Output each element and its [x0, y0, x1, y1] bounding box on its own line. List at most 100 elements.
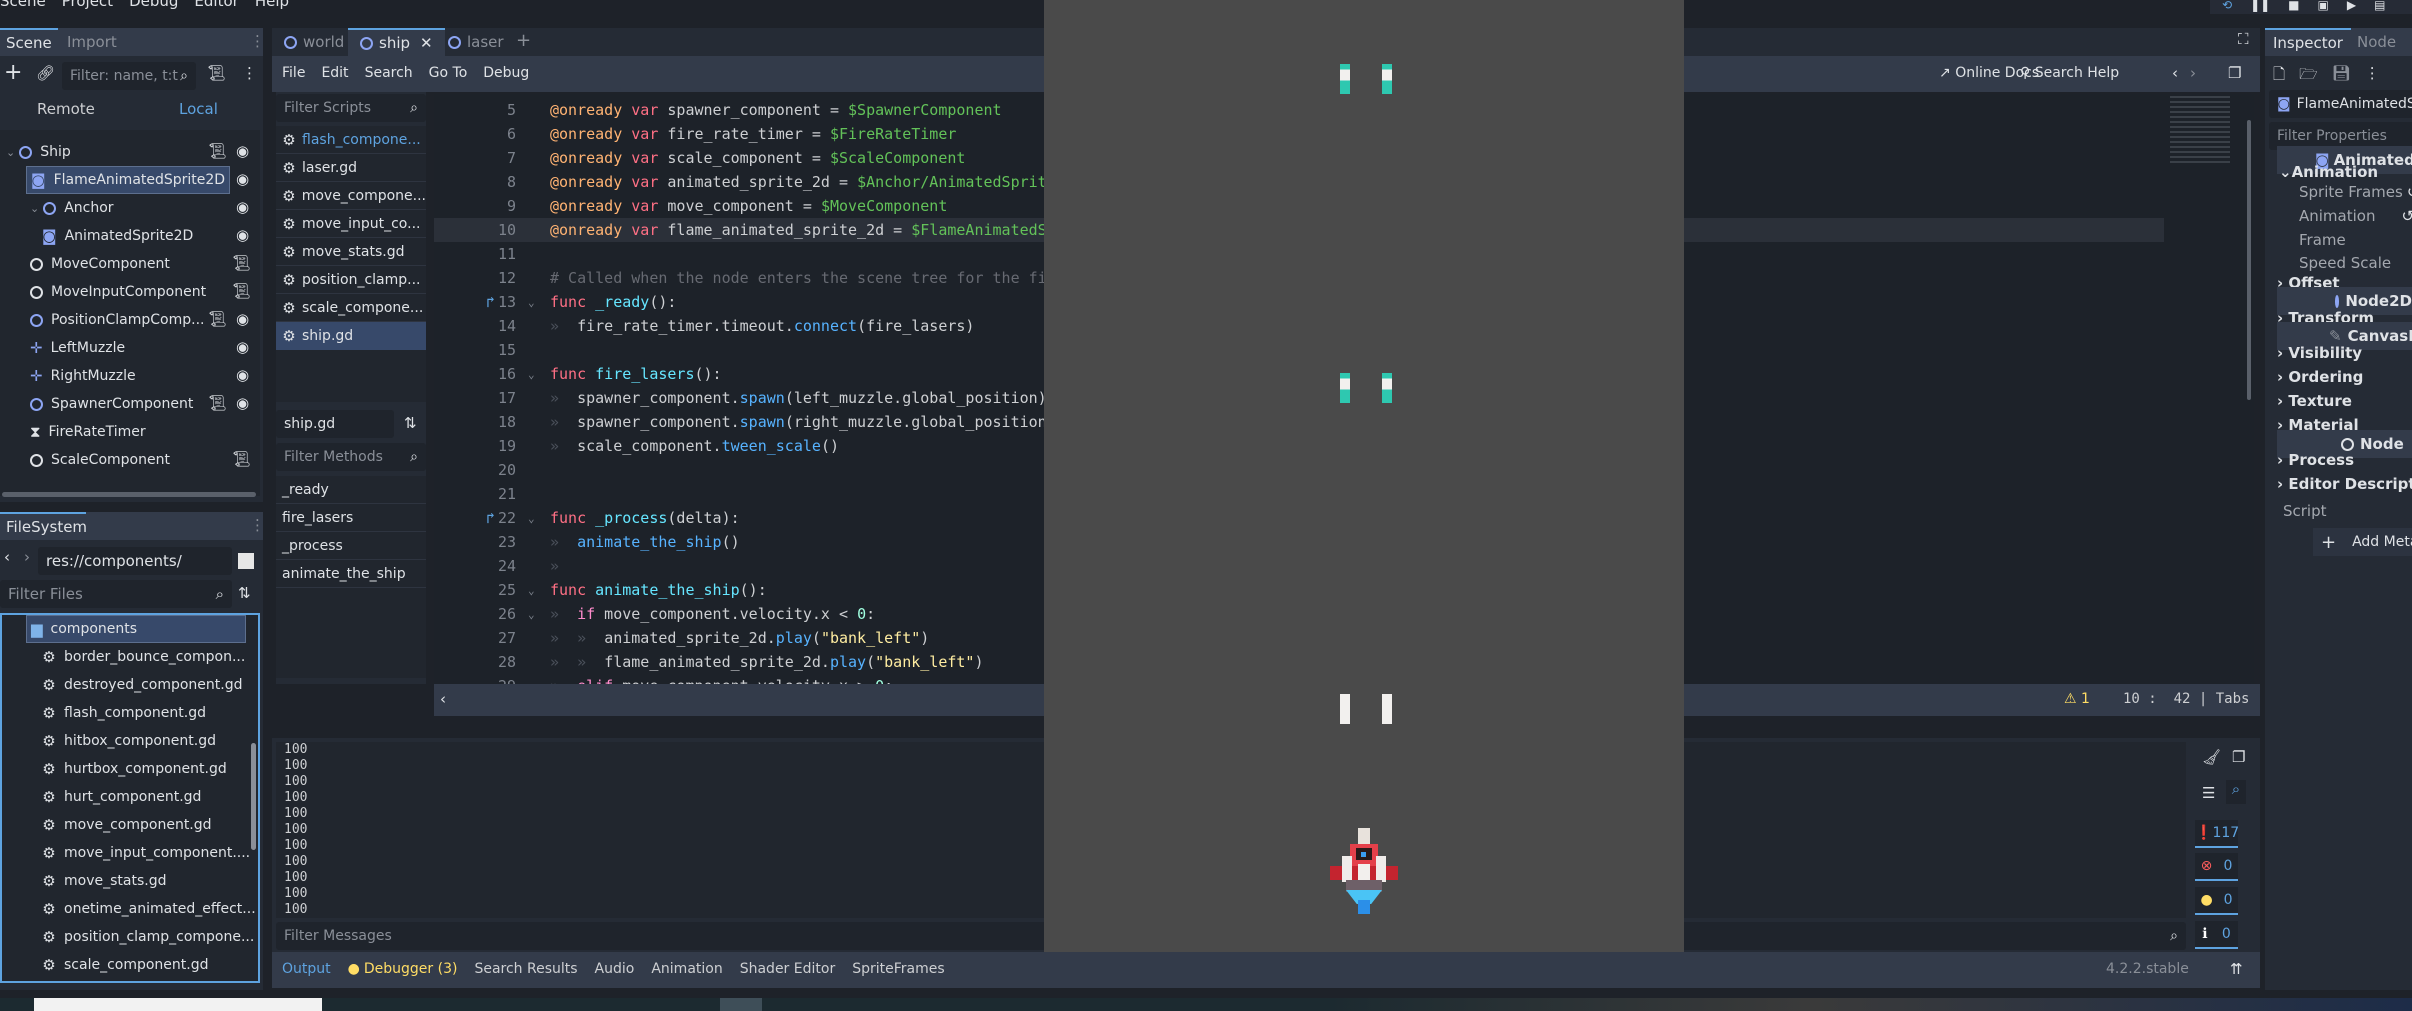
- method-item[interactable]: animate_the_ship: [276, 560, 426, 588]
- message-count-toggle[interactable]: ❗ 117: [2195, 820, 2239, 848]
- save-icon[interactable]: 💾︎: [2332, 64, 2351, 89]
- dock-menu-icon[interactable]: ⋮: [250, 516, 265, 534]
- float-window-icon[interactable]: ❐: [2228, 64, 2241, 82]
- file-item[interactable]: ⚙ hurt_component.gd: [2, 783, 258, 811]
- script-icon[interactable]: 📜︎: [232, 254, 251, 272]
- tree-node[interactable]: ◙ AnimatedSprite2D: [0, 222, 260, 250]
- visibility-eye-icon[interactable]: ◉: [236, 142, 249, 160]
- new-resource-icon[interactable]: 🗋︎: [2273, 64, 2285, 89]
- script-list-item[interactable]: ⚙ move_compone...: [276, 182, 426, 210]
- tab-scene[interactable]: Scene: [0, 28, 58, 56]
- file-tree-scrollbar[interactable]: [251, 743, 256, 850]
- tree-node[interactable]: ⌄ Anchor: [0, 194, 260, 222]
- menu-help[interactable]: Help: [255, 0, 289, 14]
- visibility-eye-icon[interactable]: ◉: [236, 226, 249, 244]
- remote-debug-icon[interactable]: ▣: [2318, 0, 2329, 14]
- pause-icon[interactable]: ❚❚: [2250, 0, 2270, 14]
- toggle-scripts-panel-icon[interactable]: ‹: [440, 690, 446, 708]
- group-texture[interactable]: › Texture: [2277, 388, 2352, 414]
- script-list-item[interactable]: ⚙ ship.gd: [276, 322, 426, 350]
- tree-node[interactable]: MoveComponent: [0, 250, 260, 278]
- visibility-eye-icon[interactable]: ◉: [236, 338, 249, 356]
- tab-scene-world[interactable]: world: [272, 28, 356, 56]
- file-item[interactable]: ⚙ move_input_component....: [2, 839, 258, 867]
- sort-icon[interactable]: ⇅: [404, 414, 417, 432]
- tree-node[interactable]: ◙ FlameAnimatedSprite2D: [26, 166, 230, 194]
- clear-output-icon[interactable]: 🧹︎: [2202, 748, 2221, 766]
- script-icon[interactable]: 📜︎: [208, 310, 227, 328]
- file-item[interactable]: ⚙ border_bounce_compon...: [2, 643, 258, 671]
- add-node-icon[interactable]: +: [4, 62, 22, 84]
- script-list-item[interactable]: ⚙ position_clamp...: [276, 266, 426, 294]
- menu-scene[interactable]: Scene: [0, 0, 46, 14]
- dock-menu-icon[interactable]: ⋮: [250, 32, 265, 50]
- history-forward-icon[interactable]: ›: [2190, 64, 2196, 82]
- more-icon[interactable]: ⋮: [242, 64, 257, 82]
- error-count-toggle[interactable]: ⊗ 0: [2195, 853, 2238, 881]
- script-icon[interactable]: 📜︎: [208, 394, 227, 412]
- tree-node[interactable]: ✛ LeftMuzzle: [0, 334, 260, 362]
- stop-icon[interactable]: ■: [2288, 0, 2299, 14]
- tab-inspector[interactable]: Inspector: [2265, 28, 2351, 56]
- file-item[interactable]: ⚙ position_clamp_compone...: [2, 923, 258, 951]
- tab-node[interactable]: Node: [2345, 28, 2408, 56]
- file-item[interactable]: ⚙ destroyed_component.gd: [2, 671, 258, 699]
- group-process[interactable]: › Process: [2277, 447, 2354, 473]
- bottom-tab-spriteframes[interactable]: SpriteFrames: [852, 961, 944, 977]
- file-item[interactable]: ⚙ flash_component.gd: [2, 699, 258, 727]
- method-item[interactable]: _ready: [276, 476, 426, 504]
- collapse-icon[interactable]: ☰: [2202, 784, 2215, 802]
- menu-project[interactable]: Project: [62, 0, 113, 14]
- script-menu-edit[interactable]: Edit: [321, 65, 348, 81]
- group-visibility[interactable]: › Visibility: [2277, 340, 2362, 366]
- tree-node[interactable]: ScaleComponent: [0, 446, 260, 474]
- menu-debug[interactable]: Debug: [129, 0, 178, 14]
- tree-node[interactable]: ⧗ FireRateTimer: [0, 418, 260, 446]
- file-item[interactable]: ⚙ hurtbox_component.gd: [2, 755, 258, 783]
- chevron-down-icon[interactable]: ⌄: [6, 146, 15, 159]
- split-mode-icon[interactable]: [238, 553, 254, 569]
- code-scrollbar[interactable]: [2247, 120, 2251, 400]
- folder-item[interactable]: ▆ components: [26, 615, 246, 643]
- script-icon[interactable]: 📜︎: [232, 282, 251, 300]
- taskbar-search-box[interactable]: [34, 998, 322, 1011]
- method-item[interactable]: _process: [276, 532, 426, 560]
- revert-icon[interactable]: ↺: [2401, 207, 2412, 225]
- visibility-eye-icon[interactable]: ◉: [236, 198, 249, 216]
- open-folder-icon[interactable]: 🗁︎: [2299, 64, 2318, 89]
- minimap[interactable]: [2170, 96, 2230, 166]
- tab-scene-laser[interactable]: laser: [436, 28, 516, 56]
- file-item[interactable]: ⚙ move_stats.gd: [2, 867, 258, 895]
- method-item[interactable]: fire_lasers: [276, 504, 426, 532]
- file-item[interactable]: ⚙ hitbox_component.gd: [2, 727, 258, 755]
- bottom-tab-search-results[interactable]: Search Results: [474, 961, 577, 977]
- history-back-icon[interactable]: ‹: [2172, 64, 2178, 82]
- filter-files-input[interactable]: Filter Files ⌕: [0, 580, 232, 608]
- visibility-eye-icon[interactable]: ◉: [236, 170, 249, 188]
- play-custom-icon[interactable]: ▤: [2374, 0, 2385, 14]
- local-tab[interactable]: Local: [179, 100, 218, 118]
- play-scene-icon[interactable]: ▶: [2347, 0, 2356, 14]
- bottom-tab-debugger[interactable]: ● Debugger (3): [348, 961, 458, 977]
- link-icon[interactable]: 🔗︎: [36, 64, 55, 82]
- script-icon[interactable]: 📜︎: [208, 142, 227, 160]
- group-ordering[interactable]: › Ordering: [2277, 364, 2363, 390]
- tree-node[interactable]: ✛ RightMuzzle: [0, 362, 260, 390]
- tab-filesystem[interactable]: FileSystem: [0, 512, 87, 540]
- script-menu-go-to[interactable]: Go To: [429, 65, 468, 81]
- script-list-item[interactable]: ⚙ flash_compone...: [276, 126, 426, 154]
- game-window[interactable]: [1044, 0, 1684, 952]
- more-icon[interactable]: ⋮: [2365, 64, 2380, 89]
- search-help-button[interactable]: ⚲ Search Help: [2020, 65, 2119, 81]
- copy-output-icon[interactable]: ❐: [2232, 748, 2245, 766]
- script-list-item[interactable]: ⚙ scale_compone...: [276, 294, 426, 322]
- script-list-item[interactable]: ⚙ move_stats.gd: [276, 238, 426, 266]
- search-toggle-icon[interactable]: ⌕: [2226, 780, 2246, 804]
- reload-icon[interactable]: ⟲: [2222, 0, 2232, 14]
- bottom-tab-output[interactable]: Output: [282, 961, 331, 977]
- close-icon[interactable]: ✕: [420, 34, 433, 52]
- back-icon[interactable]: ‹: [4, 548, 10, 566]
- script-list-item[interactable]: ⚙ laser.gd: [276, 154, 426, 182]
- script-list-item[interactable]: ⚙ move_input_co...: [276, 210, 426, 238]
- visibility-eye-icon[interactable]: ◉: [236, 366, 249, 384]
